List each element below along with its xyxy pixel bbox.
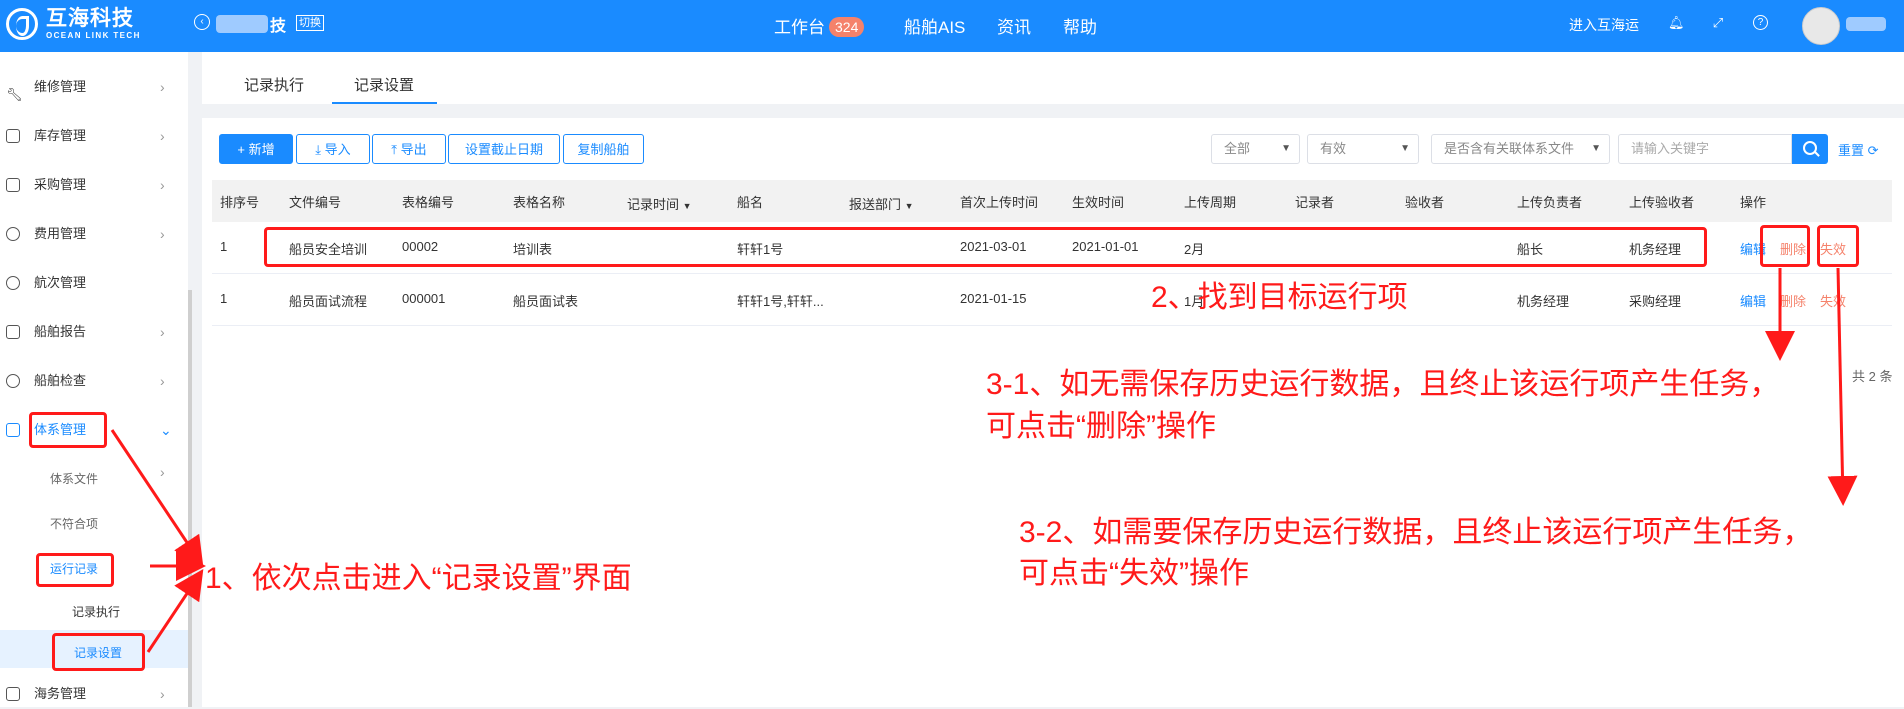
annotation-step3-2-line2: 可点击“失效”操作 xyxy=(1019,557,1249,590)
annotation-step3-1-line1: 3-1、如无需保存历史运行数据，且终止该运行项产生任务， xyxy=(986,368,1780,401)
annotation-step2: 2、找到目标运行项 xyxy=(1151,281,1408,314)
annotation-arrows xyxy=(110,267,1858,653)
annotation-step1: 1、依次点击进入“记录设置”界面 xyxy=(205,562,632,595)
annotation-step3-1-line2: 可点击“删除”操作 xyxy=(986,410,1216,443)
annotation-step3-2-line1: 3-2、如需要保存历史运行数据，且终止该运行项产生任务， xyxy=(1019,516,1813,549)
